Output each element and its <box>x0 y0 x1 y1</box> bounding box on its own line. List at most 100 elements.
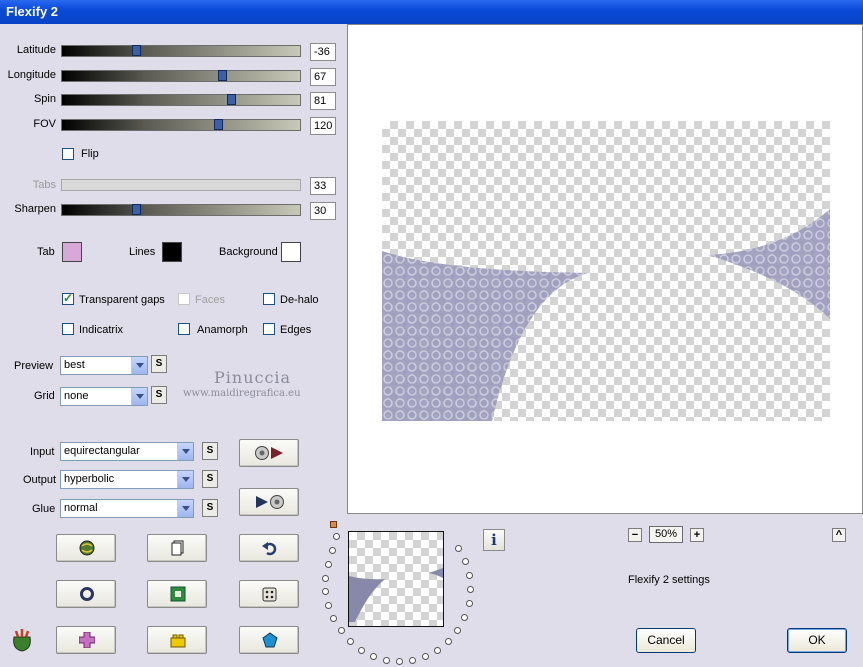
dial-dot[interactable] <box>466 572 473 579</box>
edges-checkbox[interactable] <box>263 323 275 335</box>
lines-color-swatch[interactable] <box>162 242 182 262</box>
tabs-label: Tabs <box>32 179 56 191</box>
dial-dot[interactable] <box>333 533 340 540</box>
play-to-disc-icon <box>256 495 284 509</box>
spin-slider-thumb[interactable] <box>227 94 236 105</box>
dial-dot[interactable] <box>330 615 337 622</box>
grid-s-button[interactable]: S <box>151 386 167 404</box>
dial-dot[interactable] <box>358 647 365 654</box>
chevron-down-icon[interactable] <box>177 500 193 517</box>
puzzle-cross-icon <box>79 632 95 648</box>
chevron-down-icon[interactable] <box>177 443 193 460</box>
randomize-button[interactable] <box>56 534 116 562</box>
output-s-button[interactable]: S <box>202 470 218 488</box>
latitude-slider-thumb[interactable] <box>132 45 141 56</box>
dial-dot[interactable] <box>347 638 354 645</box>
output-select[interactable]: hyperbolic <box>60 470 194 489</box>
cancel-button[interactable]: Cancel <box>636 628 696 653</box>
dial-dot[interactable] <box>325 561 332 568</box>
copy-icon <box>171 540 184 556</box>
undo-button[interactable] <box>239 534 299 562</box>
background-color-label: Background <box>219 246 278 258</box>
fov-slider-thumb[interactable] <box>214 119 223 130</box>
flip-checkbox[interactable] <box>62 148 74 160</box>
input-s-button[interactable]: S <box>202 442 218 460</box>
polyhedron-button[interactable] <box>239 626 299 654</box>
title-bar: Flexify 2 <box>0 0 863 24</box>
fov-value[interactable]: 120 <box>310 117 336 135</box>
spin-label: Spin <box>33 93 56 105</box>
anamorph-checkbox[interactable] <box>178 323 190 335</box>
dial-dot[interactable] <box>322 588 329 595</box>
indicatrix-checkbox[interactable] <box>62 323 74 335</box>
copy-button[interactable] <box>147 534 207 562</box>
spin-value[interactable]: 81 <box>310 92 336 110</box>
sharpen-value[interactable]: 30 <box>310 202 336 220</box>
latitude-slider[interactable] <box>61 45 301 57</box>
dial-dot[interactable] <box>467 586 474 593</box>
navigator-origin-marker[interactable] <box>330 521 337 528</box>
preview-select[interactable]: best <box>60 356 148 375</box>
dial-dot[interactable] <box>329 547 336 554</box>
dial-dot[interactable] <box>455 545 462 552</box>
transparent-gaps-label: Transparent gaps <box>79 294 165 306</box>
anamorph-label: Anamorph <box>197 324 248 336</box>
add-tab-button[interactable] <box>56 626 116 654</box>
dial-dot[interactable] <box>383 657 390 664</box>
dial-dot[interactable] <box>466 600 473 607</box>
de-halo-checkbox[interactable] <box>263 293 275 305</box>
random-dice-button[interactable] <box>239 580 299 608</box>
sharpen-slider[interactable] <box>61 204 301 216</box>
tab-color-swatch[interactable] <box>62 242 82 262</box>
spin-slider[interactable] <box>61 94 301 106</box>
zoom-in-button[interactable]: + <box>690 528 704 542</box>
dial-dot[interactable] <box>462 558 469 565</box>
dial-dot[interactable] <box>338 627 345 634</box>
frame-button[interactable] <box>147 580 207 608</box>
reset-button[interactable] <box>56 580 116 608</box>
info-button[interactable]: i <box>483 529 505 551</box>
dial-dot[interactable] <box>422 653 429 660</box>
output-projection-button[interactable] <box>239 488 299 516</box>
chevron-down-icon[interactable] <box>131 388 147 405</box>
collapse-button[interactable]: ^ <box>832 528 846 542</box>
dial-dot[interactable] <box>409 657 416 664</box>
zoom-out-button[interactable]: − <box>628 528 642 542</box>
input-select[interactable]: equirectangular <box>60 442 194 461</box>
window-title: Flexify 2 <box>6 4 59 19</box>
preview-s-button[interactable]: S <box>151 355 167 373</box>
glue-s-button[interactable]: S <box>202 499 218 517</box>
watermark-site: www.maidiregrafica.eu <box>183 388 301 399</box>
glue-label: Glue <box>32 503 56 515</box>
chevron-down-icon[interactable] <box>177 471 193 488</box>
glue-select[interactable]: normal <box>60 499 194 518</box>
dice-icon <box>262 587 277 602</box>
input-projection-button[interactable] <box>239 439 299 467</box>
longitude-slider[interactable] <box>61 70 301 82</box>
dial-dot[interactable] <box>396 658 403 665</box>
grid-select[interactable]: none <box>60 387 148 406</box>
dial-dot[interactable] <box>445 638 452 645</box>
flexify-logo-icon <box>10 627 34 653</box>
chevron-down-icon[interactable] <box>131 357 147 374</box>
preview-panel[interactable] <box>347 24 863 514</box>
dial-dot[interactable] <box>322 575 329 582</box>
output-select-value: hyperbolic <box>64 473 115 485</box>
latitude-value[interactable]: -36 <box>310 43 336 61</box>
dial-dot[interactable] <box>370 653 377 660</box>
ok-button[interactable]: OK <box>787 628 847 653</box>
lego-button[interactable] <box>147 626 207 654</box>
transparent-gaps-checkbox[interactable] <box>62 291 74 305</box>
sharpen-slider-thumb[interactable] <box>132 204 141 215</box>
tabs-slider <box>61 179 301 191</box>
fov-slider[interactable] <box>61 119 301 131</box>
longitude-value[interactable]: 67 <box>310 68 336 86</box>
longitude-slider-thumb[interactable] <box>218 70 227 81</box>
dial-dot[interactable] <box>461 614 468 621</box>
navigator-thumbnail[interactable] <box>348 531 444 627</box>
dial-dot[interactable] <box>454 627 461 634</box>
dial-dot[interactable] <box>325 602 332 609</box>
latitude-label: Latitude <box>16 44 56 56</box>
background-color-swatch[interactable] <box>281 242 301 262</box>
dial-dot[interactable] <box>434 647 441 654</box>
